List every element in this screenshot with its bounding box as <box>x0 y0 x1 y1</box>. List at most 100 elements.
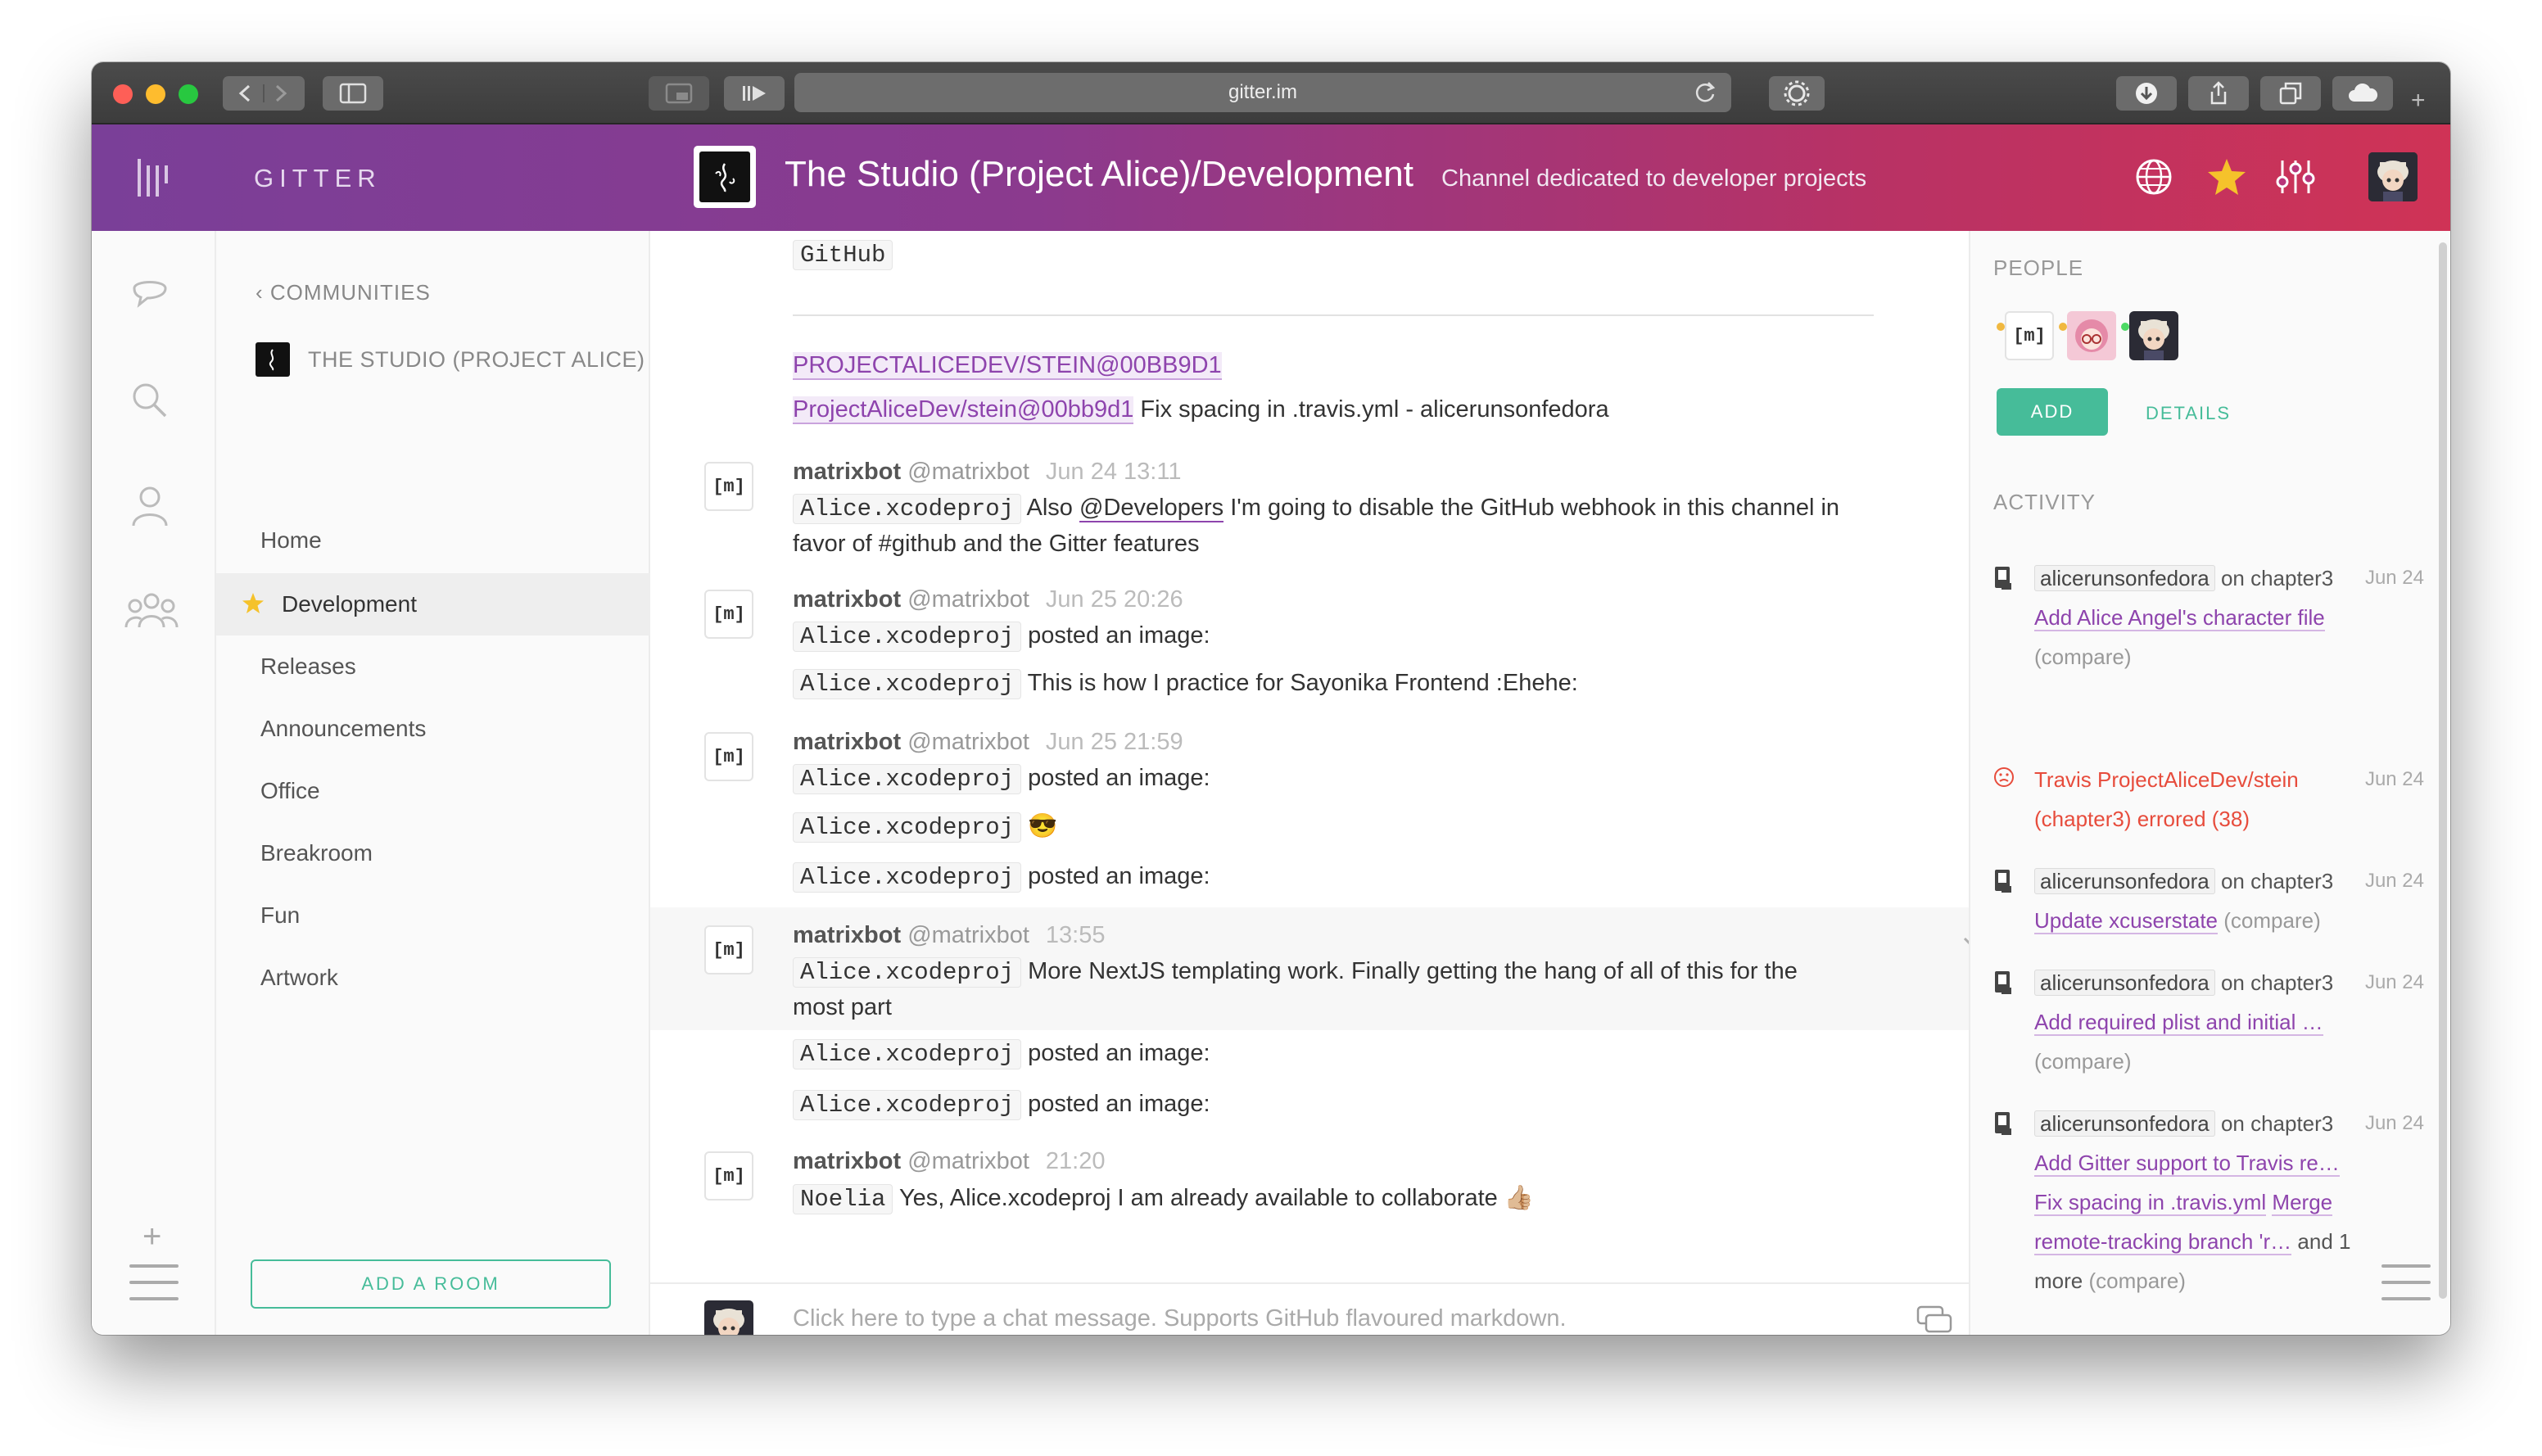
sender-name[interactable]: matrixbot <box>793 459 901 485</box>
conversations-icon[interactable] <box>129 274 170 311</box>
room-item-office[interactable]: Office <box>216 760 650 822</box>
activity-item: alicerunsonfedora on chapter3 Update xcus… <box>1993 861 2436 940</box>
sender-name[interactable]: matrixbot <box>793 1148 901 1174</box>
activity-user[interactable]: alicerunsonfedora <box>2034 868 2215 894</box>
sidebar-scrollbar[interactable] <box>2439 242 2447 1299</box>
activity-branch: on chapter3 <box>2220 1111 2334 1136</box>
commit-link[interactable]: Fix spacing in .travis.yml <box>2034 1190 2267 1216</box>
favourite-star-icon[interactable] <box>2206 157 2247 197</box>
message-header: matrixbot @matrixbot 21:20 <box>793 1148 1105 1175</box>
toggle-chat-mode-icon[interactable] <box>1916 1305 1952 1333</box>
member-avatar-matrixbot[interactable]: [m] <box>2005 311 2054 360</box>
member-avatar[interactable] <box>2129 311 2178 360</box>
compare-link[interactable]: (compare) <box>2088 1268 2185 1293</box>
message-time[interactable]: Jun 25 20:26 <box>1046 586 1183 613</box>
composer-input[interactable]: Click here to type a chat message. Suppo… <box>793 1305 1567 1332</box>
message-text: posted an image: <box>1028 1040 1210 1066</box>
sidebar-menu-icon[interactable] <box>2381 1264 2431 1304</box>
activity-heading: ACTIVITY <box>1993 490 2096 514</box>
room-item-releases[interactable]: Releases <box>216 635 650 698</box>
mention-link[interactable]: @Developers <box>1079 495 1224 522</box>
room-settings-icon[interactable] <box>2275 157 2316 197</box>
add-community-icon[interactable]: + <box>142 1219 161 1255</box>
compare-link[interactable]: (compare) <box>2034 1049 2131 1074</box>
compare-link[interactable]: (compare) <box>2034 644 2131 669</box>
tabs-button[interactable] <box>2260 76 2321 111</box>
commit-link[interactable]: Add required plist and initial … <box>2034 1010 2323 1036</box>
commit-link[interactable]: Add Gitter support to Travis re… <box>2034 1151 2340 1177</box>
menu-icon[interactable] <box>129 1264 179 1304</box>
message-avatar[interactable]: [m] <box>704 462 753 511</box>
address-bar[interactable]: gitter.im <box>794 73 1731 112</box>
sender-name[interactable]: matrixbot <box>793 729 901 755</box>
minimize-window-button[interactable] <box>146 84 165 104</box>
icloud-button[interactable] <box>2332 76 2393 111</box>
share-button[interactable] <box>2188 76 2249 111</box>
message-avatar[interactable]: [m] <box>704 732 753 781</box>
zoom-window-button[interactable] <box>179 84 198 104</box>
inline-code: Alice.xcodeproj <box>793 1090 1022 1120</box>
message-time[interactable]: 13:55 <box>1046 922 1106 948</box>
room-item-breakroom[interactable]: Breakroom <box>216 822 650 884</box>
sender-username[interactable]: @matrixbot <box>907 922 1029 948</box>
sender-name[interactable]: matrixbot <box>793 922 901 948</box>
sunglasses-emoji: 😎 <box>1028 813 1058 839</box>
commit-link[interactable]: ProjectAliceDev/stein@00bb9d1 <box>793 396 1134 424</box>
commit-header-link[interactable]: PROJECTALICEDEV/STEIN@00BB9D1 <box>793 352 1222 380</box>
message-avatar[interactable]: [m] <box>704 590 753 639</box>
extension-button[interactable] <box>1769 76 1825 111</box>
downloads-button[interactable] <box>2116 76 2177 111</box>
sender-username[interactable]: @matrixbot <box>907 586 1029 613</box>
room-item-fun[interactable]: Fun <box>216 884 650 947</box>
compare-link[interactable]: (compare) <box>2223 908 2320 933</box>
search-icon[interactable] <box>129 380 170 421</box>
commit-link[interactable]: remote-tracking branch 'r… <box>2034 1229 2292 1255</box>
message-line: Alice.xcodeproj This is how I practice f… <box>793 669 1578 699</box>
activity-date: Jun 24 <box>2364 971 2424 993</box>
activity-user[interactable]: alicerunsonfedora <box>2034 970 2215 996</box>
message-avatar[interactable]: [m] <box>704 1151 753 1201</box>
room-item-home[interactable]: Home <box>216 509 650 572</box>
pip-button[interactable] <box>649 76 709 111</box>
room-label: Breakroom <box>260 840 373 866</box>
community-header[interactable]: THE STUDIO (PROJECT ALICE) <box>256 342 645 377</box>
build-error-text[interactable]: Travis ProjectAliceDev/stein <box>2034 767 2299 792</box>
reader-button[interactable] <box>724 76 785 111</box>
commit-link[interactable]: Merge <box>2272 1190 2333 1216</box>
details-button[interactable]: DETAILS <box>2146 403 2231 424</box>
sender-username[interactable]: @matrixbot <box>907 459 1029 485</box>
communities-back-link[interactable]: ‹ COMMUNITIES <box>256 280 431 305</box>
new-tab-icon[interactable]: + <box>2411 87 2426 115</box>
sender-name[interactable]: matrixbot <box>793 586 901 613</box>
member-avatar[interactable] <box>2067 311 2116 360</box>
activity-user[interactable]: alicerunsonfedora <box>2034 565 2215 591</box>
back-label: COMMUNITIES <box>269 280 431 305</box>
communities-icon[interactable] <box>124 591 179 631</box>
room-item-artwork[interactable]: Artwork <box>216 947 650 1009</box>
message-time[interactable]: Jun 24 13:11 <box>1046 459 1182 485</box>
message-line: Alice.xcodeproj More NextJS templating w… <box>793 957 1798 988</box>
globe-icon[interactable] <box>2134 157 2173 197</box>
inline-code: Alice.xcodeproj <box>793 957 1022 988</box>
sender-username[interactable]: @matrixbot <box>907 1148 1029 1174</box>
user-avatar[interactable] <box>2368 152 2418 201</box>
message-avatar[interactable]: [m] <box>704 925 753 974</box>
add-room-button[interactable]: ADD A ROOM <box>251 1259 611 1309</box>
close-window-button[interactable] <box>113 84 133 104</box>
commit-link[interactable]: Add Alice Angel's character file <box>2034 605 2325 631</box>
room-item-development[interactable]: Development <box>216 573 650 635</box>
room-item-announcements[interactable]: Announcements <box>216 698 650 760</box>
reload-icon[interactable] <box>1694 80 1717 105</box>
message-header: matrixbot @matrixbot 13:55 <box>793 922 1105 949</box>
sidebar-toggle-button[interactable] <box>323 76 383 111</box>
message-line: Alice.xcodeproj 😎 <box>793 812 1058 843</box>
people-icon[interactable] <box>129 485 170 527</box>
message-time[interactable]: 21:20 <box>1046 1148 1106 1174</box>
activity-user[interactable]: alicerunsonfedora <box>2034 1110 2215 1137</box>
add-people-button[interactable]: ADD <box>1997 388 2108 436</box>
sender-username[interactable]: @matrixbot <box>907 729 1029 755</box>
back-forward-buttons[interactable] <box>223 76 305 111</box>
commit-link[interactable]: Update xcuserstate <box>2034 908 2219 934</box>
commit-header: PROJECTALICEDEV/STEIN@00BB9D1 <box>793 352 1222 380</box>
message-time[interactable]: Jun 25 21:59 <box>1046 729 1183 755</box>
